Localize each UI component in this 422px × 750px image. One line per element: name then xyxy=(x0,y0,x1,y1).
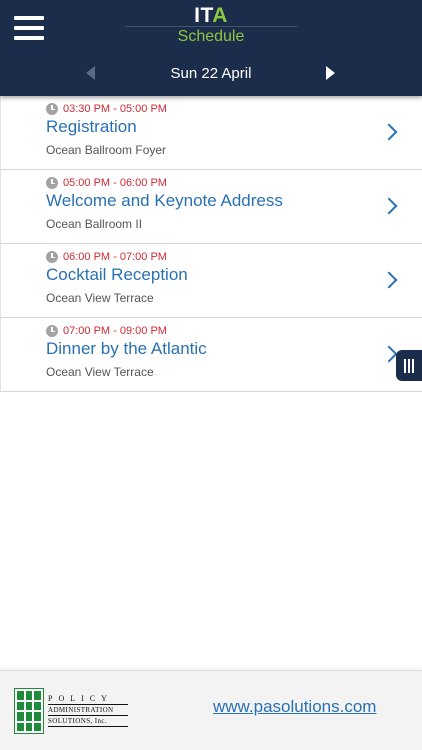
logo-wordmark: POLICY ADMINISTRATION SOLUTIONS, Inc. xyxy=(48,694,128,727)
event-location: Ocean Ballroom Foyer xyxy=(46,143,167,157)
event-time: 03:30 PM - 05:00 PM xyxy=(63,103,167,115)
event-time: 05:00 PM - 06:00 PM xyxy=(63,177,167,189)
next-day-arrow-icon[interactable] xyxy=(326,66,335,80)
schedule-item-keynote[interactable]: 05:00 PM - 06:00 PM Welcome and Keynote … xyxy=(0,170,422,244)
schedule-list: 03:30 PM - 05:00 PM Registration Ocean B… xyxy=(0,96,422,392)
event-title: Dinner by the Atlantic xyxy=(46,339,207,358)
page-title: Schedule xyxy=(177,28,245,45)
schedule-item-dinner[interactable]: 07:00 PM - 09:00 PM Dinner by the Atlant… xyxy=(0,318,422,392)
app-header: ITA Schedule Sun 22 April xyxy=(0,0,422,96)
header-divider xyxy=(125,26,297,27)
event-time-row: 06:00 PM - 07:00 PM xyxy=(46,250,167,264)
side-panel-toggle-icon[interactable] xyxy=(396,350,422,381)
sponsor-website-link[interactable]: www.pasolutions.com xyxy=(213,697,376,717)
app-logo: ITA xyxy=(194,4,228,27)
sponsor-footer: POLICY ADMINISTRATION SOLUTIONS, Inc. ww… xyxy=(0,670,422,750)
event-time-row: 03:30 PM - 05:00 PM xyxy=(46,102,167,116)
event-time: 06:00 PM - 07:00 PM xyxy=(63,251,167,263)
event-time-row: 05:00 PM - 06:00 PM xyxy=(46,176,167,190)
chevron-right-icon[interactable] xyxy=(380,345,398,363)
event-location: Ocean Ballroom II xyxy=(46,217,143,231)
clock-icon xyxy=(46,177,58,189)
clock-icon xyxy=(46,251,58,263)
event-time-row: 07:00 PM - 09:00 PM xyxy=(46,324,167,338)
event-title: Cocktail Reception xyxy=(46,265,188,284)
logo-grid-icon xyxy=(14,688,44,734)
event-title: Welcome and Keynote Address xyxy=(46,191,283,210)
event-title: Registration xyxy=(46,117,137,136)
schedule-item-cocktail[interactable]: 06:00 PM - 07:00 PM Cocktail Reception O… xyxy=(0,244,422,318)
chevron-right-icon[interactable] xyxy=(380,197,398,215)
schedule-item-registration[interactable]: 03:30 PM - 05:00 PM Registration Ocean B… xyxy=(0,96,422,170)
chevron-right-icon[interactable] xyxy=(380,123,398,141)
event-time: 07:00 PM - 09:00 PM xyxy=(63,325,167,337)
event-location: Ocean View Terrace xyxy=(46,291,154,305)
date-navigator: Sun 22 April xyxy=(0,60,422,88)
company-logo[interactable]: POLICY ADMINISTRATION SOLUTIONS, Inc. xyxy=(14,688,128,734)
event-location: Ocean View Terrace xyxy=(46,365,154,379)
clock-icon xyxy=(46,325,58,337)
clock-icon xyxy=(46,103,58,115)
current-date: Sun 22 April xyxy=(170,65,252,82)
chevron-right-icon[interactable] xyxy=(380,271,398,289)
